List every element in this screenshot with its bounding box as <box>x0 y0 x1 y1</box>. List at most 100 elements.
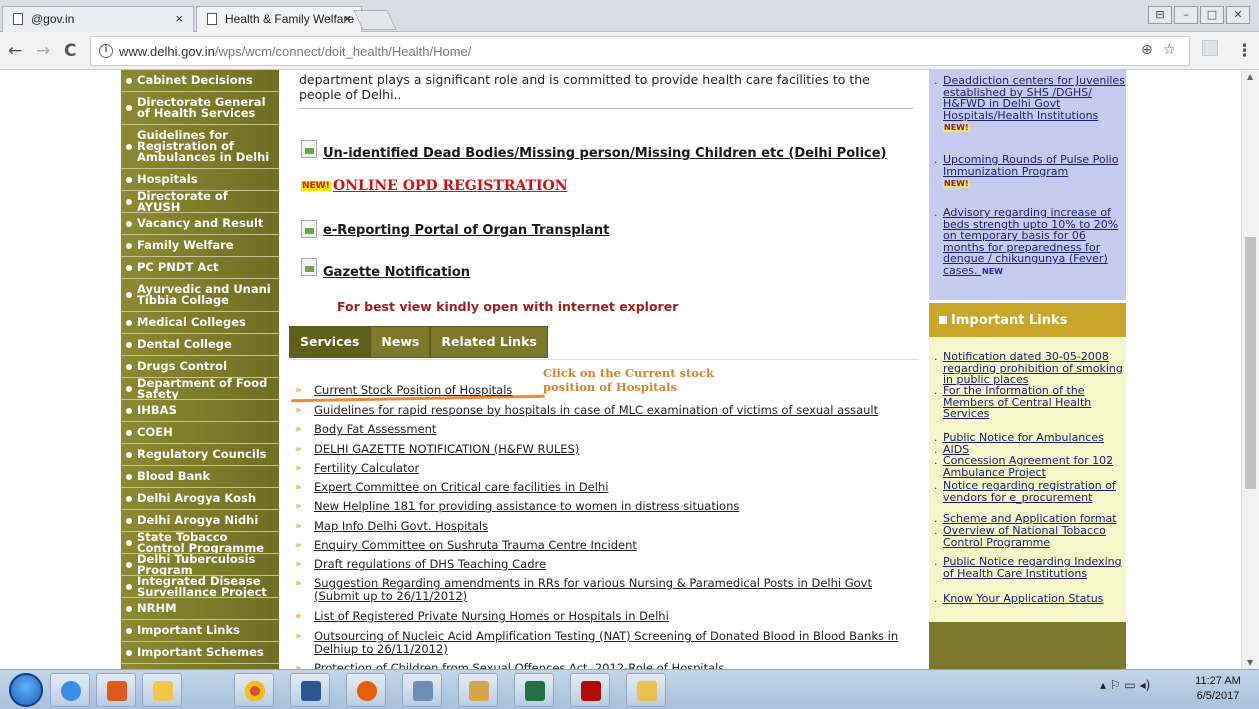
sidebar-item-drugs-control[interactable]: Drugs Control <box>121 356 279 378</box>
service-link[interactable]: Enquiry Committee on Sushruta Trauma Cen… <box>314 539 914 552</box>
info-icon[interactable]: i <box>99 44 113 58</box>
bullet-icon <box>126 242 132 249</box>
sidebar-item-ihbas[interactable]: IHBAS <box>121 400 279 422</box>
taskbar-ie-icon[interactable] <box>50 673 90 707</box>
sidebar-item-medical-colleges[interactable]: Medical Colleges <box>121 312 279 334</box>
start-button[interactable] <box>9 673 43 707</box>
sidebar-item-hospitals[interactable]: Hospitals <box>121 169 279 191</box>
url-input[interactable]: i www.delhi.gov.in/wps/wcm/connect/doit_… <box>90 36 1190 66</box>
sidebar-item-coeh[interactable]: COEH <box>121 422 279 444</box>
sidebar-item-vacancy-and-result[interactable]: Vacancy and Result <box>121 213 279 235</box>
important-link[interactable]: Concession Agreement for 102 Ambulance P… <box>943 454 1113 479</box>
bookmark-star-icon[interactable]: ☆ <box>1163 42 1176 58</box>
sidebar-item-delhi-arogya-kosh[interactable]: Delhi Arogya Kosh <box>121 488 279 510</box>
reload-button[interactable]: C <box>64 41 76 61</box>
tab-services[interactable]: Services <box>289 326 371 358</box>
service-link[interactable]: List of Registered Private Nursing Homes… <box>314 610 914 623</box>
sidebar-item-dental-college[interactable]: Dental College <box>121 334 279 356</box>
service-link[interactable]: Draft regulations of DHS Teaching Cadre <box>314 558 914 571</box>
system-clock[interactable]: 11:27 AM 6/5/2017 <box>1188 674 1248 704</box>
close-window-button[interactable]: ✕ <box>1226 6 1250 24</box>
important-link[interactable]: Notice regarding registration of vendors… <box>943 479 1116 504</box>
service-link[interactable]: Suggestion Regarding amendments in RRs f… <box>314 577 914 603</box>
sidebar-item-directorate-general-of-health-services[interactable]: Directorate General of Health Services <box>121 92 279 125</box>
extension-icon[interactable] <box>1202 40 1218 56</box>
sidebar-item-blood-bank[interactable]: Blood Bank <box>121 466 279 488</box>
sidebar-item-pc-pndt-act[interactable]: PC PNDT Act <box>121 257 279 279</box>
service-link[interactable]: New Helpline 181 for providing assistanc… <box>314 500 914 513</box>
sidebar-item-department-of-food-safety[interactable]: Department of Food Safety <box>121 378 279 400</box>
news-link[interactable]: Advisory regarding increase of beds stre… <box>943 206 1118 277</box>
service-link[interactable]: DELHI GAZETTE NOTIFICATION (H&FW RULES) <box>314 443 914 456</box>
sidebar-footer <box>929 622 1126 669</box>
sidebar-item-regulatory-councils[interactable]: Regulatory Councils <box>121 444 279 466</box>
maximize-button[interactable]: □ <box>1200 6 1224 24</box>
browser-tab-health[interactable]: Health & Family Welfare × <box>196 6 362 32</box>
square-icon <box>939 316 947 324</box>
system-tray[interactable]: ▴ ⚐ ▭ ◂) <box>1100 678 1150 692</box>
important-link[interactable]: Public Notice regarding Indexing of Heal… <box>943 555 1122 580</box>
sidebar-item-important-schemes[interactable]: Important Schemes <box>121 642 279 664</box>
taskbar-chrome-icon[interactable] <box>234 673 274 707</box>
sidebar-item-directorate-of-ayush[interactable]: Directorate of AYUSH <box>121 191 279 213</box>
sidebar-item-important-links[interactable]: Important Links <box>121 620 279 642</box>
service-link[interactable]: Current Stock Position of Hospitals <box>314 384 914 397</box>
browser-menu-icon[interactable]: ⋮ <box>1236 41 1253 61</box>
taskbar-paint-icon[interactable] <box>458 673 498 707</box>
service-link[interactable]: Outsourcing of Nucleic Acid Amplificatio… <box>314 630 914 656</box>
service-link[interactable]: Protection of Children from Sexual Offen… <box>314 662 914 670</box>
sidebar-item-label: Medical Colleges <box>137 315 246 329</box>
bullet-icon: . <box>934 592 938 605</box>
tab-news[interactable]: News <box>370 326 431 358</box>
page-scrollbar[interactable]: ▲ ▼ <box>1241 70 1259 669</box>
profile-icon[interactable]: ⊟ <box>1148 6 1172 24</box>
taskbar-office-icon[interactable] <box>96 673 136 707</box>
service-link[interactable]: Map Info Delhi Govt. Hospitals <box>314 520 914 533</box>
service-link[interactable]: Guidelines for rapid response by hospita… <box>314 404 914 417</box>
browser-tab-gov[interactable]: @gov.in × <box>2 6 194 32</box>
scroll-up-icon[interactable]: ▲ <box>1247 72 1253 81</box>
taskbar-word-icon[interactable] <box>290 673 330 707</box>
important-link[interactable]: For the Information of the Members of Ce… <box>943 384 1091 420</box>
chevron-right-icon: » <box>295 521 302 532</box>
sidebar-item-cabinet-decisions[interactable]: Cabinet Decisions <box>121 70 279 92</box>
online-opd-link[interactable]: ONLINE OPD REGISTRATION <box>333 178 568 194</box>
taskbar-excel-icon[interactable] <box>514 673 554 707</box>
sidebar-item-state-tobacco-control-programme[interactable]: State Tobacco Control Programme <box>121 532 279 554</box>
sidebar-item-guidelines-for-registration-of-ambulances-in-delhi[interactable]: Guidelines for Registration of Ambulance… <box>121 125 279 169</box>
back-button[interactable]: ← <box>8 41 22 61</box>
zoom-icon[interactable]: ⊕ <box>1141 42 1153 58</box>
scroll-thumb[interactable] <box>1245 237 1256 489</box>
tab-close-icon[interactable]: × <box>175 11 183 26</box>
sidebar-item-nrhm[interactable]: NRHM <box>121 598 279 620</box>
tab-related-links[interactable]: Related Links <box>430 326 548 358</box>
service-link[interactable]: Body Fat Assessment <box>314 423 914 436</box>
taskbar-firefox-icon[interactable] <box>346 673 386 707</box>
taskbar-calculator-icon[interactable] <box>402 673 442 707</box>
forward-button[interactable]: → <box>36 41 50 61</box>
chevron-right-icon: » <box>295 482 302 493</box>
bullet-icon: . <box>934 74 938 87</box>
taskbar-folder-icon[interactable] <box>626 673 666 707</box>
sidebar-item-delhi-arogya-nidhi[interactable]: Delhi Arogya Nidhi <box>121 510 279 532</box>
important-link[interactable]: Overview of National Tobacco Control Pro… <box>943 524 1106 549</box>
minimize-button[interactable]: – <box>1174 6 1198 24</box>
service-link[interactable]: Expert Committee on Critical care facili… <box>314 481 914 494</box>
service-link[interactable]: Fertility Calculator <box>314 462 914 475</box>
taskbar-acrobat-icon[interactable] <box>570 673 610 707</box>
sidebar-item-delhi-tuberculosis-program[interactable]: Delhi Tuberculosis Program <box>121 554 279 576</box>
sidebar-item-family-welfare[interactable]: Family Welfare <box>121 235 279 257</box>
scroll-down-icon[interactable]: ▼ <box>1247 658 1253 667</box>
sidebar-item-integrated-disease-surveillance-project[interactable]: Integrated Disease Surveillance Project <box>121 576 279 598</box>
sidebar-item-ayurvedic-and-unani-tibbia-collage[interactable]: Ayurvedic and Unani Tibbia Collage <box>121 279 279 312</box>
organ-transplant-link[interactable]: e-Reporting Portal of Organ Transplant <box>323 223 609 238</box>
dead-bodies-link[interactable]: Un-identified Dead Bodies/Missing person… <box>323 146 887 161</box>
news-link[interactable]: Deaddiction centers for Juveniles establ… <box>943 74 1125 122</box>
taskbar-explorer-icon[interactable] <box>142 673 182 707</box>
sidebar-item-label: IHBAS <box>137 403 177 417</box>
news-link[interactable]: Upcoming Rounds of Pulse Polio Immunizat… <box>943 153 1118 178</box>
tab-close-icon[interactable]: × <box>343 11 351 26</box>
important-link[interactable]: Know Your Application Status <box>943 592 1103 605</box>
gazette-notification-link[interactable]: Gazette Notification <box>323 265 470 280</box>
important-link[interactable]: Notification dated 30-05-2008 regarding … <box>943 350 1123 386</box>
